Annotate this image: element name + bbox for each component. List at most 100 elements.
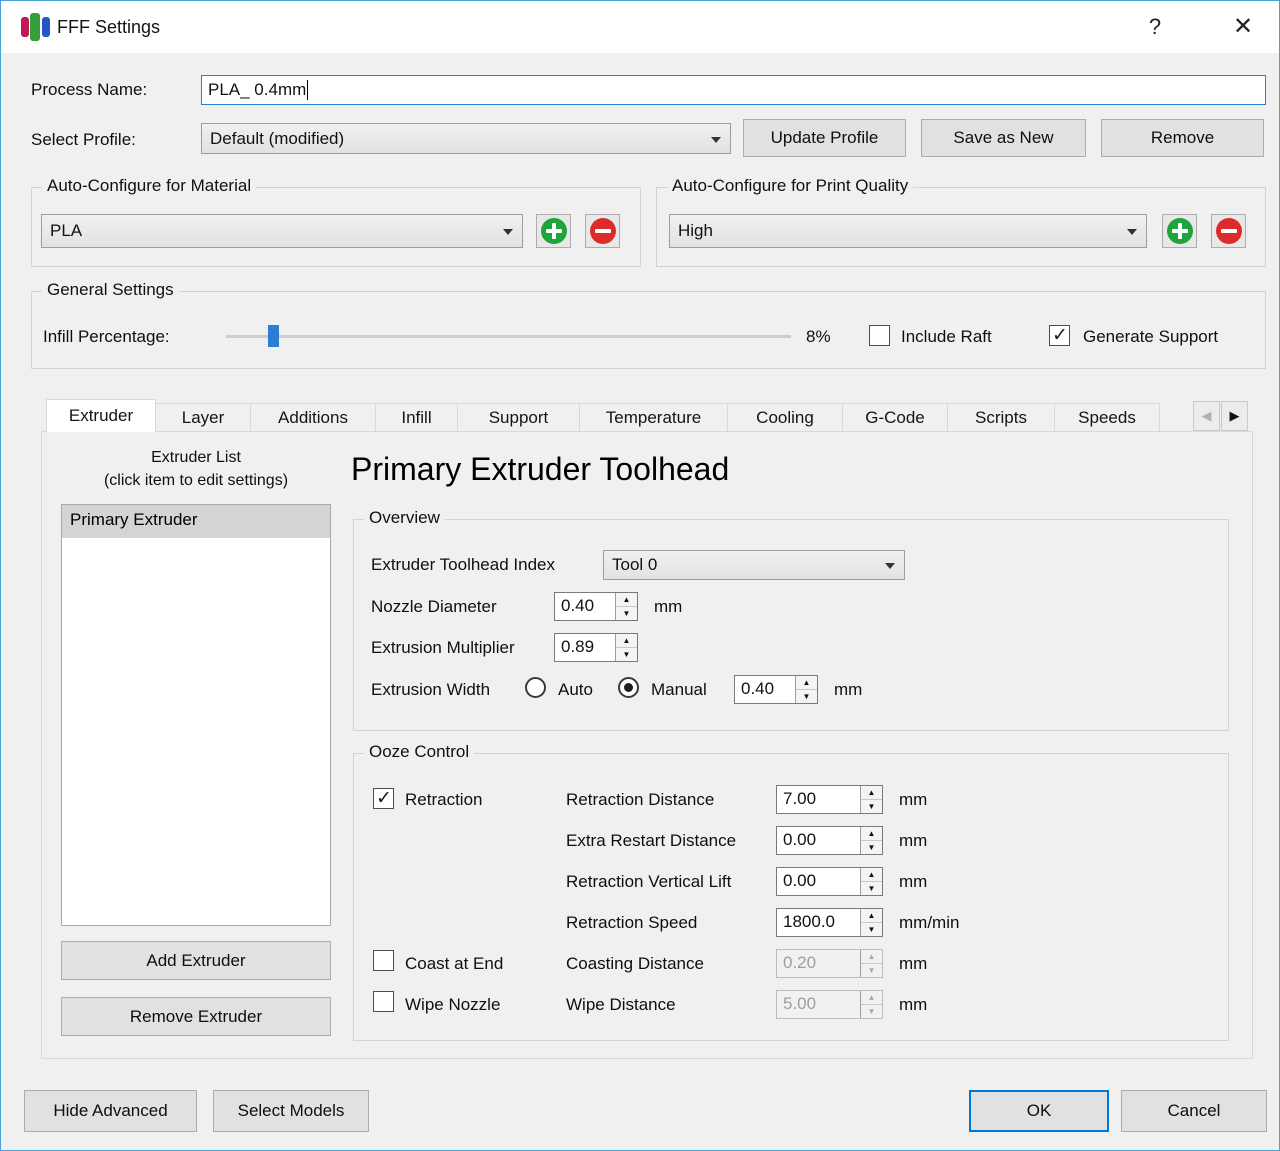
spinner-arrows: ▲ ▼ <box>860 868 882 895</box>
extruder-listbox: Primary Extruder <box>61 504 331 926</box>
tab-cooling[interactable]: Cooling <box>728 403 843 432</box>
close-icon[interactable]: ✕ <box>1215 1 1271 53</box>
plus-icon <box>1166 218 1193 244</box>
retraction-speed-unit: mm/min <box>899 913 960 932</box>
extrusion-width-auto-radio[interactable] <box>525 677 546 698</box>
tab-scroll-left-icon[interactable]: ◀ <box>1193 401 1220 431</box>
nozzle-diameter-spinner[interactable]: 0.40 ▲ ▼ <box>554 592 638 621</box>
wipe-distance-value: 5.00 <box>783 994 817 1013</box>
retraction-checkbox[interactable] <box>373 787 394 810</box>
help-button[interactable]: ? <box>1129 1 1181 53</box>
retraction-vertical-lift-spinner[interactable]: 0.00 ▲ ▼ <box>776 867 883 896</box>
retraction-speed-value: 1800.0 <box>783 912 835 931</box>
update-profile-button[interactable]: Update Profile <box>743 119 906 157</box>
spinner-arrows: ▲ ▼ <box>615 593 637 620</box>
tab-scripts[interactable]: Scripts <box>948 403 1055 432</box>
generate-support-checkbox[interactable] <box>1049 324 1070 347</box>
wipe-distance-label: Wipe Distance <box>566 995 676 1014</box>
tab-temperature[interactable]: Temperature <box>580 403 728 432</box>
wipe-distance-spinner: 5.00 ▲ ▼ <box>776 990 883 1019</box>
tab-extruder[interactable]: Extruder <box>46 399 156 432</box>
tab-support[interactable]: Support <box>458 403 580 432</box>
spinner-arrows: ▲ ▼ <box>860 909 882 936</box>
tab-infill[interactable]: Infill <box>376 403 458 432</box>
spin-up-icon[interactable]: ▲ <box>861 827 882 841</box>
tab-additions[interactable]: Additions <box>251 403 376 432</box>
remove-extruder-button[interactable]: Remove Extruder <box>61 997 331 1036</box>
extra-restart-distance-value: 0.00 <box>783 830 817 849</box>
spin-down-icon[interactable]: ▼ <box>861 923 882 936</box>
extra-restart-distance-spinner[interactable]: 0.00 ▲ ▼ <box>776 826 883 855</box>
retraction-distance-spinner[interactable]: 7.00 ▲ ▼ <box>776 785 883 814</box>
spin-up-icon[interactable]: ▲ <box>616 634 637 648</box>
ooze-control-title: Ooze Control <box>364 742 475 762</box>
material-dropdown[interactable]: PLA <box>41 214 523 248</box>
add-material-button[interactable] <box>536 214 571 248</box>
extrusion-width-manual-radio[interactable] <box>618 677 639 698</box>
quality-dropdown[interactable]: High <box>669 214 1147 248</box>
spin-down-icon: ▼ <box>861 1005 882 1018</box>
process-name-input[interactable]: PLA_ 0.4mm <box>201 75 1266 105</box>
remove-quality-button[interactable] <box>1211 214 1246 248</box>
retraction-distance-value: 7.00 <box>783 789 817 808</box>
include-raft-checkbox[interactable] <box>869 325 890 346</box>
tab-gcode[interactable]: G-Code <box>843 403 948 432</box>
remove-profile-button[interactable]: Remove <box>1101 119 1264 157</box>
select-profile-label: Select Profile: <box>31 130 136 149</box>
tab-speeds[interactable]: Speeds <box>1055 403 1160 432</box>
chevron-down-icon <box>711 136 721 143</box>
window-title: FFF Settings <box>57 17 161 37</box>
ok-button[interactable]: OK <box>969 1090 1109 1132</box>
remove-material-button[interactable] <box>585 214 620 248</box>
extrusion-multiplier-spinner[interactable]: 0.89 ▲ ▼ <box>554 633 638 662</box>
spinner-arrows: ▲ ▼ <box>860 991 882 1018</box>
fff-settings-dialog: FFF Settings ? ✕ Process Name: PLA_ 0.4m… <box>0 0 1280 1151</box>
save-as-new-button[interactable]: Save as New <box>921 119 1086 157</box>
spinner-arrows: ▲ ▼ <box>795 676 817 703</box>
list-item[interactable]: Primary Extruder <box>62 505 330 538</box>
tab-scroll-right-icon[interactable]: ▶ <box>1221 401 1248 431</box>
tab-layer[interactable]: Layer <box>156 403 251 432</box>
chevron-down-icon <box>1127 229 1137 235</box>
spin-down-icon[interactable]: ▼ <box>861 882 882 895</box>
simplify3d-logo-icon <box>21 13 53 41</box>
toolhead-index-dropdown[interactable]: Tool 0 <box>603 550 905 580</box>
extra-restart-distance-label: Extra Restart Distance <box>566 831 737 850</box>
retraction-label: Retraction <box>405 790 483 809</box>
add-quality-button[interactable] <box>1162 214 1197 248</box>
extrusion-width-spinner[interactable]: 0.40 ▲ ▼ <box>734 675 818 704</box>
toolhead-index-label: Extruder Toolhead Index <box>371 555 555 574</box>
spin-down-icon[interactable]: ▼ <box>861 841 882 854</box>
retraction-distance-label: Retraction Distance <box>566 790 715 809</box>
spin-up-icon[interactable]: ▲ <box>861 868 882 882</box>
coasting-distance-label: Coasting Distance <box>566 954 704 973</box>
spin-up-icon[interactable]: ▲ <box>796 676 817 690</box>
spin-down-icon[interactable]: ▼ <box>616 648 637 661</box>
cancel-button[interactable]: Cancel <box>1121 1090 1267 1132</box>
coasting-distance-unit: mm <box>899 954 928 973</box>
coast-at-end-checkbox[interactable] <box>373 950 394 971</box>
profile-dropdown[interactable]: Default (modified) <box>201 123 731 154</box>
select-models-button[interactable]: Select Models <box>213 1090 369 1132</box>
spin-up-icon[interactable]: ▲ <box>861 909 882 923</box>
extruder-list-title: Extruder List <box>151 449 241 466</box>
nozzle-diameter-value: 0.40 <box>561 596 595 615</box>
wipe-nozzle-checkbox[interactable] <box>373 991 394 1012</box>
spin-down-icon[interactable]: ▼ <box>861 800 882 813</box>
infill-slider-handle[interactable] <box>268 325 279 347</box>
toolhead-title: Primary Extruder Toolhead <box>351 451 730 487</box>
hide-advanced-button[interactable]: Hide Advanced <box>24 1090 197 1132</box>
spin-up-icon[interactable]: ▲ <box>616 593 637 607</box>
material-dropdown-value: PLA <box>50 221 83 240</box>
spin-down-icon[interactable]: ▼ <box>616 607 637 620</box>
wipe-nozzle-label: Wipe Nozzle <box>405 995 501 1014</box>
general-settings-group: General Settings <box>31 280 1266 369</box>
retraction-speed-spinner[interactable]: 1800.0 ▲ ▼ <box>776 908 883 937</box>
add-extruder-button[interactable]: Add Extruder <box>61 941 331 980</box>
infill-slider-track[interactable] <box>226 335 791 338</box>
overview-title: Overview <box>364 508 445 528</box>
nozzle-diameter-label: Nozzle Diameter <box>371 597 497 616</box>
spin-up-icon[interactable]: ▲ <box>861 786 882 800</box>
spin-down-icon[interactable]: ▼ <box>796 690 817 703</box>
nozzle-unit: mm <box>654 597 683 616</box>
